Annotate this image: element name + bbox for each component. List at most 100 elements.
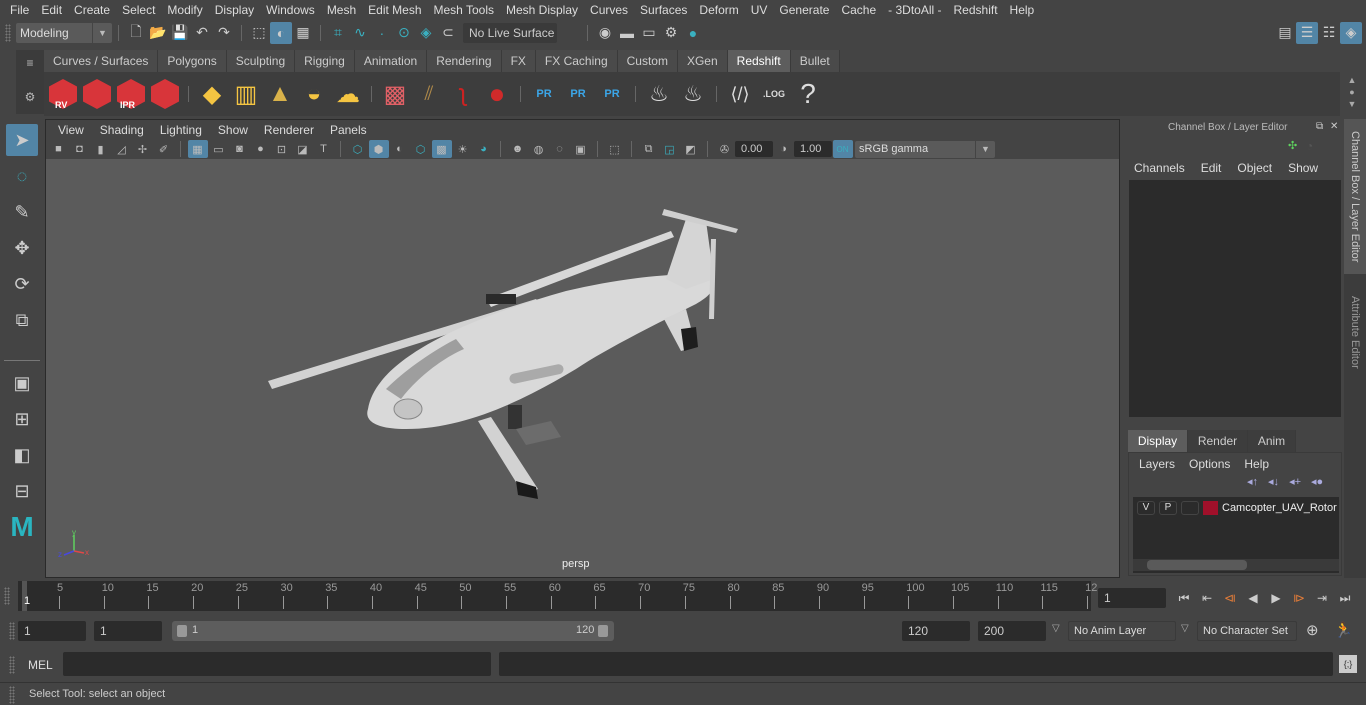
go-to-start-icon[interactable]: ⏮ xyxy=(1174,588,1194,608)
viewport-menu-shading[interactable]: Shading xyxy=(92,123,152,137)
material-button[interactable]: ● xyxy=(481,76,513,112)
script-editor-button[interactable]: ⟨/⟩ xyxy=(724,76,756,112)
menu-3dtoall[interactable]: - 3DtoAll - xyxy=(882,0,947,20)
wireframe-icon[interactable]: ⬡ xyxy=(348,140,368,158)
menu-select[interactable]: Select xyxy=(116,0,161,20)
shelf-tab-rigging[interactable]: Rigging xyxy=(295,50,355,72)
snap-grid-icon[interactable]: ⌗ xyxy=(327,22,349,44)
current-frame-field[interactable]: 1 xyxy=(1098,588,1166,608)
proxy-button[interactable]: ▩ xyxy=(379,76,411,112)
isolate-select-icon[interactable]: ⬚ xyxy=(605,140,625,158)
bake-button-2[interactable]: ♨ xyxy=(677,76,709,112)
character-set-dropdown[interactable]: No Character Set xyxy=(1197,621,1297,641)
shelf-tab-polygons[interactable]: Polygons xyxy=(158,50,227,72)
film-gate-icon[interactable]: ▭ xyxy=(209,140,229,158)
pr-swap-button[interactable]: PR xyxy=(596,76,628,112)
menu-edit[interactable]: Edit xyxy=(35,0,68,20)
select-tool[interactable]: ➤ xyxy=(6,124,38,156)
close-icon[interactable]: ✕ xyxy=(1330,121,1338,132)
select-component-icon[interactable]: ▦ xyxy=(292,22,314,44)
camera-attributes-icon[interactable]: ◘ xyxy=(70,140,90,158)
animation-end-field[interactable]: 200 xyxy=(978,621,1046,641)
menu-mesh-display[interactable]: Mesh Display xyxy=(500,0,584,20)
tool-settings-toggle-icon[interactable]: ☷ xyxy=(1318,22,1340,44)
layer-tab-render[interactable]: Render xyxy=(1188,430,1248,452)
menu-generate[interactable]: Generate xyxy=(773,0,835,20)
four-view-layout[interactable]: ⊞ xyxy=(6,403,38,435)
menu-mesh[interactable]: Mesh xyxy=(321,0,362,20)
save-scene-icon[interactable]: 💾 xyxy=(169,22,191,44)
animation-preferences-icon[interactable]: 🏃 xyxy=(1334,621,1353,639)
viewport-menu-panels[interactable]: Panels xyxy=(322,123,375,137)
menu-edit-mesh[interactable]: Edit Mesh xyxy=(362,0,427,20)
two-view-layout[interactable]: ⊟ xyxy=(6,475,38,507)
gamma-field[interactable]: 1.00 xyxy=(794,141,832,157)
resolution-gate-icon[interactable]: ◙ xyxy=(230,140,250,158)
playback-end-field[interactable]: 120 xyxy=(902,621,970,641)
menu-mesh-tools[interactable]: Mesh Tools xyxy=(428,0,500,20)
safe-title-icon[interactable]: T xyxy=(314,140,334,158)
new-layer-icon[interactable]: ◂+ xyxy=(1289,475,1301,488)
redshift-render-view-button[interactable]: RV xyxy=(47,76,79,112)
layer-name[interactable]: Camcopter_UAV_Rotor xyxy=(1222,502,1337,514)
xray-components-icon[interactable]: ◩ xyxy=(681,140,701,158)
new-layer-selected-icon[interactable]: ◂● xyxy=(1311,475,1323,488)
move-tool[interactable]: ✥ xyxy=(6,232,38,264)
play-backwards-icon[interactable]: ◀ xyxy=(1243,588,1263,608)
gate-mask-icon[interactable]: ● xyxy=(251,140,271,158)
redo-icon[interactable]: ↷ xyxy=(213,22,235,44)
auto-key-icon[interactable]: ⊕ xyxy=(1306,621,1319,639)
menu-display[interactable]: Display xyxy=(209,0,260,20)
scrollbar-thumb[interactable] xyxy=(1147,560,1247,570)
shelf-settings-icon[interactable]: ⚙ xyxy=(16,90,44,104)
shelf-tab-fx[interactable]: FX xyxy=(501,50,536,72)
menu-create[interactable]: Create xyxy=(68,0,116,20)
play-forwards-icon[interactable]: ▶ xyxy=(1266,588,1286,608)
grip-handle[interactable] xyxy=(5,23,11,42)
xray-joints-icon[interactable]: ◲ xyxy=(660,140,680,158)
new-scene-icon[interactable]: 🗋 xyxy=(125,22,147,44)
depth-of-field-icon[interactable]: ▣ xyxy=(571,140,591,158)
default-material-icon[interactable]: ⬡ xyxy=(411,140,431,158)
shelf-tab-animation[interactable]: Animation xyxy=(354,50,428,72)
xray-icon[interactable]: ⧉ xyxy=(639,140,659,158)
open-scene-icon[interactable]: 📂 xyxy=(147,22,169,44)
script-language-label[interactable]: MEL xyxy=(28,658,53,672)
exposure-field[interactable]: 0.00 xyxy=(735,141,773,157)
redshift-batch-render-button[interactable] xyxy=(81,76,113,112)
volume-button[interactable]: ⫽ xyxy=(413,76,445,112)
field-chart-icon[interactable]: ⊡ xyxy=(272,140,292,158)
select-object-icon[interactable]: ◐ xyxy=(270,21,292,44)
menu-surfaces[interactable]: Surfaces xyxy=(634,0,693,20)
shelf-tab-rendering[interactable]: Rendering xyxy=(427,50,502,72)
move-layer-up-icon[interactable]: ◂↑ xyxy=(1247,475,1258,488)
side-tab-attribute-editor[interactable]: Attribute Editor xyxy=(1344,282,1366,382)
shelf-tab-fx-caching[interactable]: FX Caching xyxy=(535,50,618,72)
range-slider[interactable]: 1 120 xyxy=(172,621,614,641)
outliner-layout[interactable]: ◧ xyxy=(6,439,38,471)
smooth-shade-icon[interactable]: ⬢ xyxy=(368,140,389,158)
rotate-tool[interactable]: ⟳ xyxy=(6,268,38,300)
menu-curves[interactable]: Curves xyxy=(584,0,634,20)
anim-layer-dropdown[interactable]: No Anim Layer xyxy=(1068,621,1176,641)
grid-icon[interactable]: ▦ xyxy=(187,140,208,158)
channel-menu-edit[interactable]: Edit xyxy=(1201,161,1222,175)
manipulator-icon[interactable]: ✣ xyxy=(1288,139,1297,152)
render-settings-icon[interactable]: ⚙ xyxy=(660,22,682,44)
script-editor-icon[interactable]: {;} xyxy=(1339,655,1357,673)
snap-point-icon[interactable]: ∙ xyxy=(371,22,393,44)
helicopter-model[interactable] xyxy=(46,159,1119,577)
2d-pan-zoom-icon[interactable]: ✢ xyxy=(133,140,153,158)
area-light-button[interactable]: ◆ xyxy=(196,76,228,112)
move-layer-down-icon[interactable]: ◂↓ xyxy=(1268,475,1279,488)
attribute-editor-toggle-icon[interactable]: ☰ xyxy=(1296,21,1318,44)
layer-tab-anim[interactable]: Anim xyxy=(1248,430,1296,452)
shelf-tab-redshift[interactable]: Redshift xyxy=(727,50,791,72)
viewport-menu-lighting[interactable]: Lighting xyxy=(152,123,210,137)
layer-row[interactable]: V P Camcopter_UAV_Rotor xyxy=(1137,501,1337,515)
hypershade-icon[interactable]: ● xyxy=(682,22,704,44)
layer-visibility-toggle[interactable]: V xyxy=(1137,501,1155,515)
side-tab-channel-box[interactable]: Channel Box / Layer Editor xyxy=(1344,119,1366,274)
viewport-menu-renderer[interactable]: Renderer xyxy=(256,123,322,137)
undo-icon[interactable]: ↶ xyxy=(191,22,213,44)
